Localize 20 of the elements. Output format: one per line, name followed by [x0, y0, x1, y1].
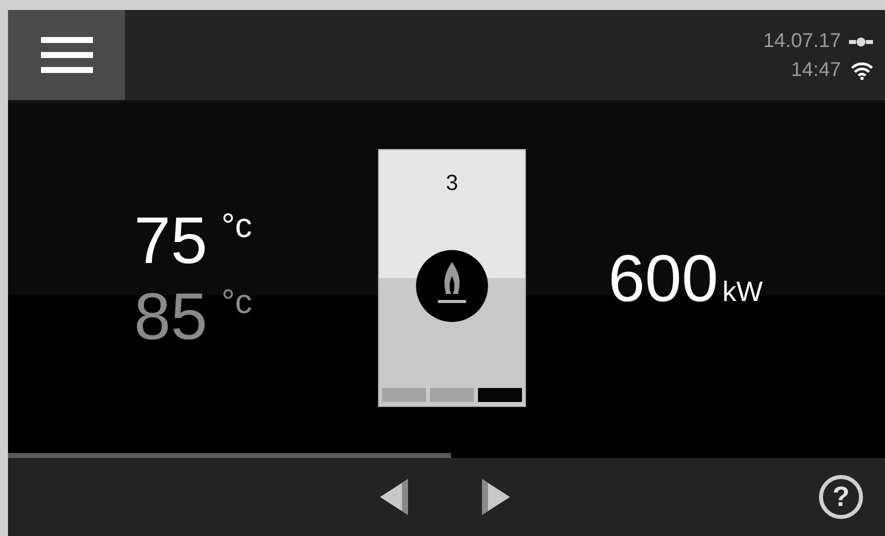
- previous-button[interactable]: [380, 479, 410, 515]
- right-arrow-icon: [480, 479, 510, 515]
- temperature-unit: °c: [221, 282, 252, 323]
- wifi-icon: [851, 62, 873, 80]
- menu-button[interactable]: [8, 10, 125, 100]
- next-button[interactable]: [480, 479, 510, 515]
- temperature-unit: °c: [221, 206, 252, 247]
- time-text: 14:47: [790, 59, 841, 82]
- temperature-value: 75: [134, 202, 208, 278]
- power-value: 600: [608, 240, 718, 316]
- temperature-value: 85: [134, 278, 208, 354]
- boiler-card[interactable]: 3: [378, 149, 526, 407]
- left-arrow-icon: [380, 479, 410, 515]
- date-text: 14.07.17: [763, 30, 841, 53]
- boiler-number: 3: [446, 170, 458, 196]
- power-unit: kW: [722, 276, 763, 308]
- flame-icon: [416, 250, 488, 322]
- help-button[interactable]: ?: [819, 475, 863, 519]
- menu-icon: [40, 37, 92, 73]
- connection-icon: [849, 36, 873, 46]
